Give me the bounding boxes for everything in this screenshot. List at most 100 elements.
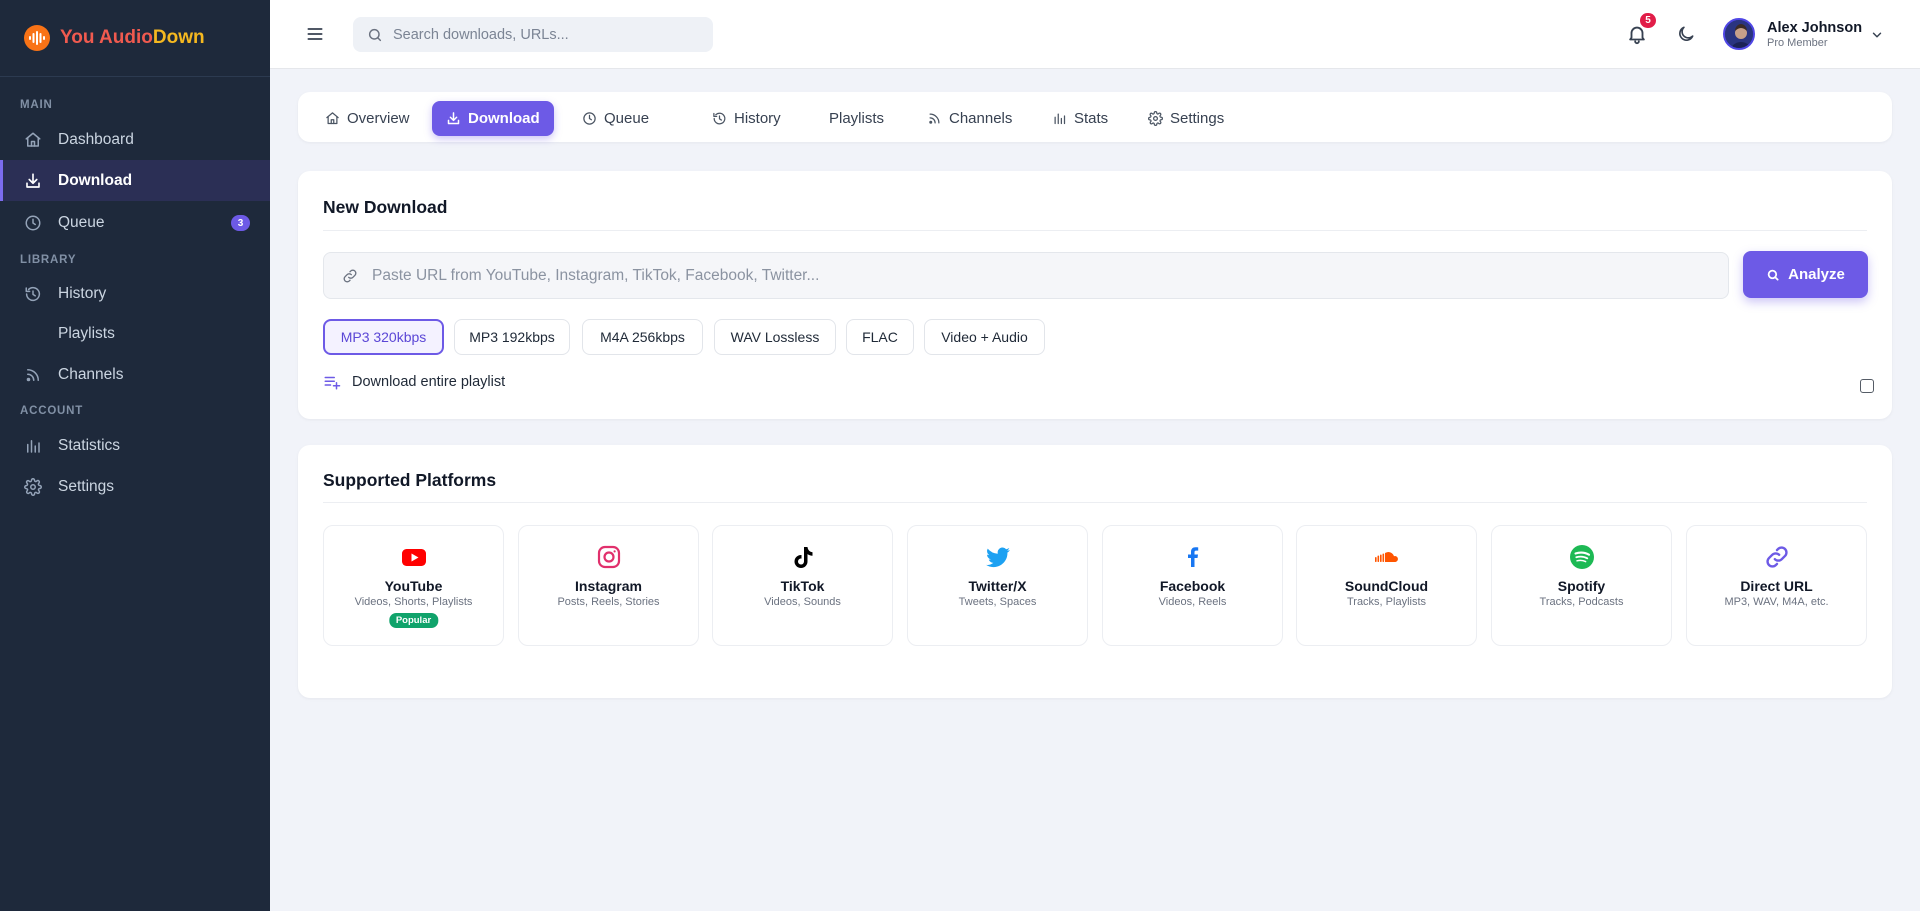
sidebar-item-label: Download	[58, 171, 133, 189]
twitter-icon	[985, 544, 1011, 570]
chevron-down-icon[interactable]	[1870, 28, 1884, 42]
bar-chart-icon	[24, 437, 42, 455]
platform-card-instagram[interactable]: Instagram Posts, Reels, Stories	[518, 525, 699, 646]
clock-icon	[582, 111, 597, 126]
tab-queue[interactable]: Queue	[568, 101, 663, 136]
platform-card-twitter[interactable]: Twitter/X Tweets, Spaces	[907, 525, 1088, 646]
user-role: Pro Member	[1767, 37, 1828, 49]
platform-name: YouTube	[384, 578, 443, 594]
search-icon	[367, 27, 383, 43]
sidebar-item-download[interactable]: Download	[0, 160, 270, 201]
spotify-icon	[1569, 544, 1595, 570]
tab-label: Channels	[949, 110, 1013, 127]
analyze-button[interactable]: Analyze	[1743, 251, 1868, 298]
notifications-count-badge: 5	[1640, 13, 1656, 28]
user-avatar[interactable]	[1723, 18, 1755, 50]
new-download-card: New Download Analyze MP3 320kbps MP3 192…	[298, 171, 1892, 419]
playlist-add-icon	[323, 373, 341, 391]
gear-icon	[1148, 111, 1163, 126]
home-icon	[325, 111, 340, 126]
user-name[interactable]: Alex Johnson	[1767, 20, 1862, 36]
facebook-icon	[1180, 544, 1206, 570]
sidebar-item-queue[interactable]: Queue 3	[0, 202, 270, 243]
platform-card-spotify[interactable]: Spotify Tracks, Podcasts	[1491, 525, 1672, 646]
sidebar-section-library: LIBRARY	[0, 249, 270, 271]
platform-name: Spotify	[1557, 578, 1606, 594]
search-bar[interactable]	[353, 17, 713, 52]
platform-card-facebook[interactable]: Facebook Videos, Reels	[1102, 525, 1283, 646]
sidebar-item-dashboard[interactable]: Dashboard	[0, 119, 270, 160]
card-title: New Download	[323, 197, 448, 217]
sidebar-item-label: History	[58, 284, 107, 302]
tab-label: Download	[468, 110, 540, 127]
sidebar-section-account: ACCOUNT	[0, 400, 270, 422]
sidebar-item-statistics[interactable]: Statistics	[0, 425, 270, 466]
playlist-option: Download entire playlist	[323, 373, 505, 391]
sidebar-item-history[interactable]: History	[0, 273, 270, 314]
platform-desc: Videos, Reels	[1158, 596, 1227, 608]
audio-wave-logo-icon	[24, 25, 50, 51]
format-option-video-audio[interactable]: Video + Audio	[924, 319, 1045, 355]
divider	[323, 502, 1867, 503]
youtube-icon	[401, 544, 427, 570]
brand[interactable]: You AudioDown	[0, 0, 270, 77]
tab-download[interactable]: Download	[432, 101, 554, 136]
platform-name: Instagram	[575, 578, 642, 594]
tab-settings[interactable]: Settings	[1134, 101, 1238, 136]
platform-desc: Videos, Shorts, Playlists	[354, 596, 473, 608]
tab-channels[interactable]: Channels	[913, 101, 1026, 136]
supported-platforms-card: Supported Platforms YouTube Videos, Shor…	[298, 445, 1892, 698]
tab-history[interactable]: History	[698, 101, 795, 136]
sidebar-item-label: Queue	[58, 213, 105, 231]
sidebar-item-channels[interactable]: Channels	[0, 354, 270, 395]
download-icon	[24, 172, 42, 190]
platform-card-youtube[interactable]: YouTube Videos, Shorts, Playlists Popula…	[323, 525, 504, 646]
tab-playlists[interactable]: Playlists	[815, 101, 898, 136]
tab-label: History	[734, 110, 781, 127]
tab-label: Settings	[1170, 110, 1225, 127]
platform-card-soundcloud[interactable]: SoundCloud Tracks, Playlists	[1296, 525, 1477, 646]
link-icon	[1764, 544, 1790, 570]
format-option-flac[interactable]: FLAC	[846, 319, 914, 355]
sidebar-item-label: Playlists	[58, 324, 115, 342]
download-icon	[446, 111, 461, 126]
rss-icon	[24, 366, 42, 384]
format-option-wav[interactable]: WAV Lossless	[714, 319, 836, 355]
popular-badge: Popular	[388, 613, 439, 628]
tiktok-icon	[790, 544, 816, 570]
tab-stats[interactable]: Stats	[1038, 101, 1122, 136]
platform-desc: Tracks, Podcasts	[1539, 596, 1624, 608]
analyze-button-label: Analyze	[1788, 266, 1845, 283]
rss-icon	[927, 111, 942, 126]
tab-bar: Overview Download Queue History Playlist…	[298, 92, 1892, 142]
playlist-checkbox[interactable]	[1860, 379, 1874, 393]
sidebar-item-settings[interactable]: Settings	[0, 466, 270, 507]
sidebar-item-label: Dashboard	[58, 130, 134, 148]
search-input[interactable]	[393, 26, 693, 43]
hamburger-menu-icon[interactable]	[305, 24, 325, 44]
tab-overview[interactable]: Overview	[311, 101, 424, 136]
platform-card-direct-url[interactable]: Direct URL MP3, WAV, M4A, etc.	[1686, 525, 1867, 646]
sidebar-section-label: MAIN	[20, 99, 53, 111]
history-icon	[712, 111, 727, 126]
platform-card-tiktok[interactable]: TikTok Videos, Sounds	[712, 525, 893, 646]
top-header: 5 Alex Johnson Pro Member	[270, 0, 1920, 69]
format-option-m4a-256[interactable]: M4A 256kbps	[582, 319, 703, 355]
tab-label: Queue	[604, 110, 650, 127]
clock-icon	[24, 214, 42, 232]
format-option-mp3-320[interactable]: MP3 320kbps	[323, 319, 444, 355]
sidebar-item-playlists[interactable]: Playlists	[0, 313, 270, 354]
platform-name: Facebook	[1159, 578, 1226, 594]
sidebar: You AudioDown MAIN Dashboard Download Qu…	[0, 0, 270, 911]
format-option-mp3-192[interactable]: MP3 192kbps	[454, 319, 570, 355]
sidebar-section-main: MAIN	[0, 94, 270, 116]
soundcloud-icon	[1374, 544, 1400, 570]
platform-desc: MP3, WAV, M4A, etc.	[1724, 596, 1829, 608]
url-input[interactable]	[372, 266, 1672, 285]
sidebar-section-label: LIBRARY	[20, 254, 77, 266]
brand-name: You AudioDown	[60, 27, 205, 48]
dark-mode-moon-icon[interactable]	[1676, 24, 1696, 44]
tab-label: Overview	[347, 110, 410, 127]
link-icon	[342, 268, 358, 284]
url-field[interactable]	[323, 252, 1729, 299]
